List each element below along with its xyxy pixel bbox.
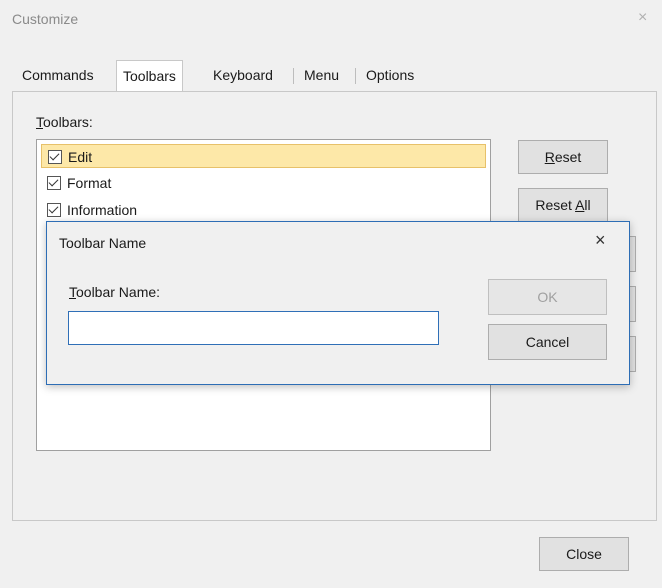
tab-commands[interactable]: Commands	[22, 62, 94, 90]
toolbar-name-label: Toolbar Name:	[69, 284, 161, 300]
checkbox-edit[interactable]	[48, 150, 62, 165]
list-item-format[interactable]: Format	[41, 171, 486, 195]
tab-options[interactable]: Options	[366, 62, 414, 90]
customize-window: Customize × Commands Toolbars Keyboard M…	[0, 0, 662, 588]
dialog-title: Toolbar Name	[59, 235, 147, 251]
list-item-label: Format	[67, 175, 112, 191]
checkbox-format[interactable]	[47, 176, 61, 191]
tab-toolbars[interactable]: Toolbars	[116, 60, 183, 91]
list-item-information[interactable]: Information	[41, 198, 486, 222]
tab-keyboard[interactable]: Keyboard	[213, 62, 273, 90]
toolbars-label: Toolbars:	[36, 114, 93, 130]
reset-button[interactable]: Reset	[518, 140, 608, 174]
window-titlebar: Customize ×	[0, 0, 662, 38]
tab-menu[interactable]: Menu	[304, 62, 339, 90]
list-item-edit[interactable]: Edit	[41, 144, 486, 168]
tab-separator	[293, 68, 294, 84]
toolbar-name-dialog: Toolbar Name × Toolbar Name: OK Cancel	[46, 221, 630, 385]
cancel-button[interactable]: Cancel	[488, 324, 607, 360]
tab-separator	[355, 68, 356, 84]
toolbar-name-input[interactable]	[68, 311, 439, 345]
list-item-label: Information	[67, 202, 138, 218]
list-item-label: Edit	[68, 149, 93, 165]
checkbox-information[interactable]	[47, 203, 61, 218]
close-button[interactable]: Close	[539, 537, 629, 571]
window-title: Customize	[12, 11, 79, 27]
ok-button[interactable]: OK	[488, 279, 607, 315]
reset-all-button[interactable]: Reset All	[518, 188, 608, 222]
window-close-icon[interactable]: ×	[638, 9, 647, 27]
dialog-titlebar: Toolbar Name ×	[47, 222, 629, 262]
dialog-close-icon[interactable]: ×	[595, 230, 606, 251]
